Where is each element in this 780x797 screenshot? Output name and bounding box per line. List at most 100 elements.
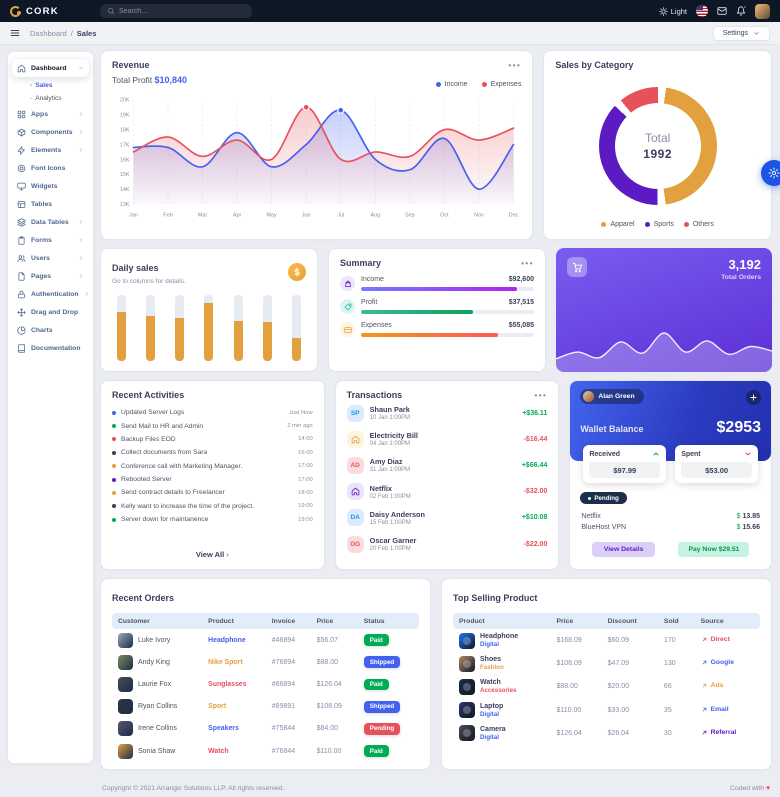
product-link[interactable]: Speakers: [208, 725, 239, 732]
search-icon: [108, 8, 115, 15]
copyright-text: Copyright © 2021 Arrangic Solutions LLP.…: [102, 785, 285, 792]
view-details-button[interactable]: View Details: [591, 542, 656, 558]
daily-sales-bar: [175, 295, 185, 361]
sidebar-item-users[interactable]: Users: [12, 249, 89, 267]
sidebar-item-components[interactable]: Components: [12, 123, 89, 141]
sidebar-item-widgets[interactable]: Widgets: [12, 177, 89, 195]
subheader: Dashboard / Sales Settings: [0, 22, 780, 45]
sidebar-subitem-sales[interactable]: - Sales: [12, 79, 89, 92]
transaction-row[interactable]: Electricity Bill 04 Jan 1:00PM -$16.44: [346, 426, 547, 452]
source-link[interactable]: Google: [701, 659, 734, 666]
wallet-user-pill[interactable]: Alan Green: [580, 389, 644, 404]
users-icon: [17, 254, 26, 262]
transaction-row[interactable]: DA Daisy Anderson 15 Feb 1:00PM +$10.08: [346, 505, 547, 531]
messages-button[interactable]: [717, 6, 727, 16]
user-avatar[interactable]: [755, 3, 770, 19]
search-icon: [107, 7, 115, 15]
view-all-button[interactable]: View All ›: [112, 546, 313, 560]
transaction-row[interactable]: AD Amy Diaz 31 Jan 1:00PM +$66.44: [346, 452, 547, 478]
search-input[interactable]: [119, 7, 245, 15]
sidebar-item-pages[interactable]: Pages: [12, 267, 89, 285]
sidebar-item-elements[interactable]: Elements: [12, 141, 89, 159]
svg-text:20K: 20K: [120, 98, 130, 104]
grid-icon: [17, 110, 26, 118]
svg-text:Jun: Jun: [302, 213, 311, 219]
file-icon: [18, 271, 25, 281]
initials-avatar: DA: [346, 509, 364, 527]
activity-item[interactable]: Server down for maintanence 19:00: [112, 513, 313, 526]
pie-chart-icon: [17, 325, 26, 335]
settings-dropdown-button[interactable]: Settings: [712, 25, 770, 41]
activity-item[interactable]: Kelly want to increase the time of the p…: [112, 500, 313, 513]
activity-item[interactable]: Send contract details to Freelancer 18:0…: [112, 486, 313, 499]
sidebar-item-dashboard[interactable]: Dashboard: [12, 59, 89, 77]
activity-dot-icon: [112, 477, 116, 482]
source-link[interactable]: Referral: [701, 729, 736, 736]
theme-settings-fab[interactable]: [761, 160, 780, 186]
chevron-up-icon[interactable]: [652, 450, 660, 458]
transactions-menu-icon[interactable]: •••: [534, 391, 547, 400]
sidebar-item-charts[interactable]: Charts: [12, 321, 89, 339]
recent-orders-table: Customer Product Invoice Price Status Luke I…: [112, 613, 419, 762]
sidebar-item-font-icons[interactable]: Font Icons: [12, 159, 89, 177]
transaction-row[interactable]: SP Shaun Park 10 Jan 1:00PM +$36.11: [346, 400, 547, 426]
product-link[interactable]: Headphone: [208, 637, 246, 644]
brand[interactable]: CORK: [10, 5, 90, 17]
sidebar-item-documentation[interactable]: Documentation: [12, 339, 89, 357]
col-source: Source: [694, 613, 760, 629]
activity-item[interactable]: Send Mail to HR and Admin 2 min ago: [112, 419, 313, 432]
sidebar-item-drag-and-drop[interactable]: Drag and Drop: [12, 303, 89, 321]
chevron-down-red-icon[interactable]: [744, 450, 752, 458]
theme-toggle[interactable]: Light: [658, 7, 687, 16]
source-link[interactable]: Direct: [701, 636, 730, 643]
wallet-pending-list: Netflix $13.85 BlueHost VPN $15.66: [570, 505, 771, 534]
legend-apparel[interactable]: Apparel: [601, 221, 635, 228]
pay-now-button[interactable]: Pay Now $29.51: [678, 542, 750, 558]
sidebar-item-data-tables[interactable]: Data Tables: [12, 213, 89, 231]
total-profit-value: $10,840: [154, 75, 188, 85]
product-link[interactable]: Nike Sport: [208, 659, 242, 666]
notifications-button[interactable]: [736, 5, 747, 16]
activity-item[interactable]: Backup Files EOD 14:00: [112, 433, 313, 446]
layers-icon: [17, 217, 26, 227]
legend-income[interactable]: Income: [435, 81, 468, 88]
order-row: Irene Collins Speakers #75844 $84.00 Pen…: [112, 718, 419, 740]
summary-progress: [361, 310, 534, 314]
activity-item[interactable]: Conference call with Marketing Manager. …: [112, 460, 313, 473]
activity-time: 2 min ago: [287, 423, 313, 430]
product-link[interactable]: Sunglasses: [208, 681, 246, 688]
svg-text:Nov: Nov: [474, 213, 484, 219]
product-link[interactable]: Sport: [208, 703, 226, 710]
sidebar-item-apps[interactable]: Apps: [12, 105, 89, 123]
sidebar-item-forms[interactable]: Forms: [12, 231, 89, 249]
activity-item[interactable]: Rebooted Server 17:00: [112, 473, 313, 486]
revenue-menu-icon[interactable]: •••: [508, 61, 521, 70]
sidebar-item-tables[interactable]: Tables: [12, 195, 89, 213]
sales-by-category-card: Sales by Category Total 1992 Apparel Spor…: [543, 50, 772, 240]
transaction-row[interactable]: Netflix 02 Feb 1:00PM -$32.00: [346, 479, 547, 505]
language-flag-icon[interactable]: [696, 5, 708, 17]
summary-menu-icon[interactable]: •••: [521, 259, 534, 268]
activity-item[interactable]: Collect documents from Sara 16:00: [112, 446, 313, 459]
breadcrumb-root[interactable]: Dashboard: [30, 29, 67, 38]
wallet-add-button[interactable]: [746, 390, 762, 405]
sidebar-subitem-analytics[interactable]: - Analytics: [12, 92, 89, 105]
transaction-amount: -$22.00: [523, 540, 548, 548]
activity-dot-icon: [112, 504, 116, 509]
sidebar-item-authentication[interactable]: Authentication: [12, 285, 89, 303]
legend-sports[interactable]: Sports: [644, 221, 674, 228]
received-mini-card: Received $97.99: [583, 445, 667, 483]
status-badge: Shipped: [363, 656, 401, 669]
pending-badge: Pending: [580, 492, 627, 504]
search-box[interactable]: [100, 4, 252, 18]
legend-others[interactable]: Others: [683, 221, 714, 228]
transaction-row[interactable]: OG Oscar Garner 20 Feb 1:00PM -$22.00: [346, 531, 548, 557]
source-link[interactable]: Ads: [701, 682, 723, 689]
source-link[interactable]: Email: [701, 706, 729, 713]
svg-text:Apr: Apr: [233, 213, 242, 219]
activity-item[interactable]: Updated Server Logs Just Now: [112, 406, 313, 419]
settings-label: Settings: [722, 29, 748, 37]
sidebar-toggle-button[interactable]: [10, 28, 20, 38]
legend-expenses[interactable]: Expenses: [481, 81, 521, 88]
product-link[interactable]: Watch: [208, 748, 228, 755]
